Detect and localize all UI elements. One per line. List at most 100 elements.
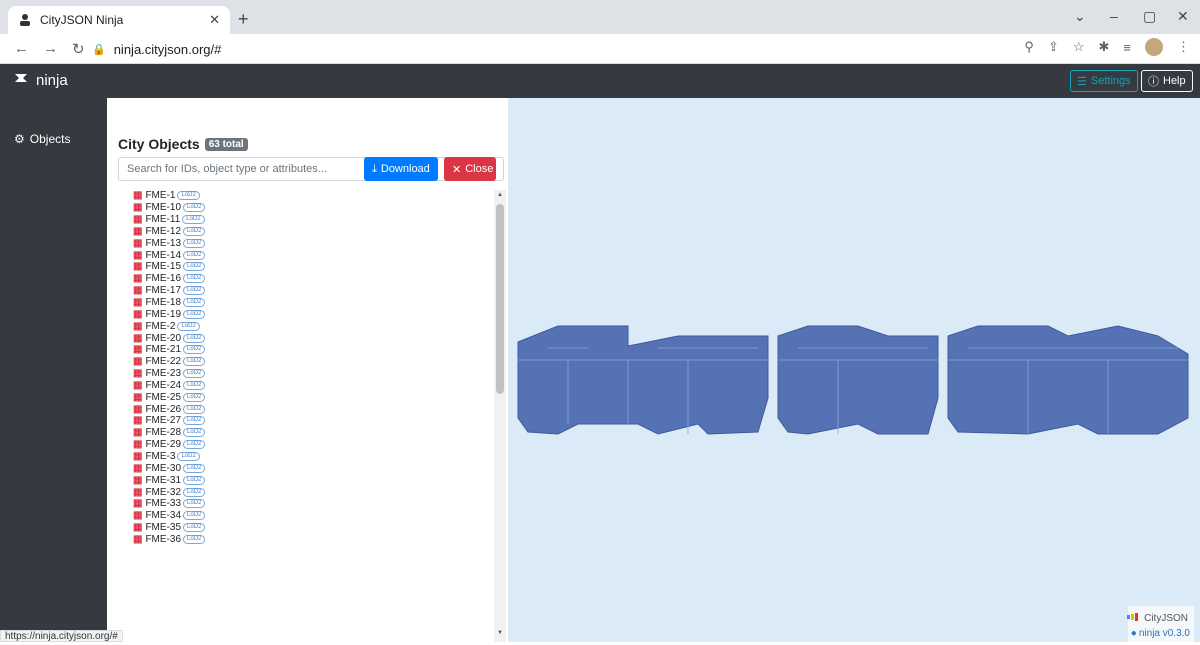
lod-badge: LoD2: [177, 451, 200, 461]
share-icon[interactable]: ⇪: [1048, 39, 1059, 55]
list-item[interactable]: ▦ FME-27 LoD2: [107, 415, 494, 427]
list-item[interactable]: ▦ FME-10 LoD2: [107, 202, 494, 214]
list-item-label: FME-35: [145, 522, 182, 534]
sidebar-item-objects[interactable]: ⚙ Objects: [14, 132, 70, 146]
url-text: ninja.cityjson.org/#: [113, 41, 222, 57]
reload-icon[interactable]: ↻: [72, 40, 85, 58]
list-item-label: FME-25: [145, 391, 182, 403]
status-url: https://ninja.cityjson.org/#: [0, 630, 123, 642]
tab-close-icon[interactable]: ✕: [209, 12, 220, 28]
download-icon: ⤓: [372, 162, 377, 175]
window-close-icon[interactable]: ✕: [1177, 8, 1189, 25]
brand[interactable]: ninja: [14, 71, 68, 89]
address-bar: ← → ↻ 🔒 ninja.cityjson.org/# ⚲ ⇪ ☆ ✱ ≡ ⋮: [0, 34, 1200, 64]
close-label: Close: [465, 163, 494, 175]
list-item[interactable]: ▦ FME-17 LoD2: [107, 285, 494, 297]
settings-icon: ☰: [1077, 75, 1087, 88]
reading-list-icon[interactable]: ≡: [1123, 40, 1131, 55]
list-item[interactable]: ▦ FME-32 LoD2: [107, 486, 494, 498]
list-item-label: FME-11: [145, 214, 181, 226]
forward-icon[interactable]: →: [43, 40, 58, 57]
list-item[interactable]: ▦ FME-33 LoD2: [107, 498, 494, 510]
list-item-label: FME-1: [145, 190, 176, 202]
lod-badge: LoD2: [183, 333, 206, 343]
list-item[interactable]: ▦ FME-2 LoD2: [107, 320, 494, 332]
settings-button[interactable]: ☰ Settings: [1070, 70, 1138, 92]
help-button[interactable]: ⓘ Help: [1141, 70, 1193, 92]
building-model: [517, 325, 1189, 435]
minimize-icon[interactable]: –: [1110, 8, 1118, 24]
building-icon: ▦: [133, 427, 143, 439]
extensions-icon[interactable]: ✱: [1099, 39, 1110, 55]
list-item[interactable]: ▦ FME-22 LoD2: [107, 356, 494, 368]
lod-badge: LoD2: [183, 487, 206, 497]
list-item[interactable]: ▦ FME-14 LoD2: [107, 249, 494, 261]
settings-label: Settings: [1090, 75, 1131, 87]
lod-badge: LoD2: [183, 475, 206, 485]
list-item[interactable]: ▦ FME-24 LoD2: [107, 380, 494, 392]
list-item[interactable]: ▦ FME-23 LoD2: [107, 368, 494, 380]
list-item[interactable]: ▦ FME-35 LoD2: [107, 522, 494, 534]
list-item[interactable]: ▦ FME-19 LoD2: [107, 308, 494, 320]
building-icon: ▦: [133, 202, 143, 214]
list-item[interactable]: ▦ FME-21 LoD2: [107, 344, 494, 356]
back-icon[interactable]: ←: [14, 40, 29, 57]
building-icon: ▦: [133, 522, 143, 534]
bookmark-star-icon[interactable]: ☆: [1073, 39, 1085, 55]
list-item[interactable]: ▦ FME-16 LoD2: [107, 273, 494, 285]
lod-badge: LoD2: [183, 298, 206, 308]
cityjson-badge[interactable]: CityJSON: [1127, 612, 1188, 625]
building-icon: ▦: [133, 344, 143, 356]
scroll-thumb[interactable]: [496, 204, 504, 394]
list-item-label: FME-18: [145, 297, 182, 309]
browser-tab[interactable]: CityJSON Ninja ✕: [8, 6, 230, 34]
new-tab-icon[interactable]: +: [238, 9, 249, 30]
list-item[interactable]: ▦ FME-34 LoD2: [107, 510, 494, 522]
building-icon: ▦: [133, 474, 143, 486]
version-link[interactable]: ● ninja v0.3.0: [1131, 628, 1190, 639]
lod-badge: LoD2: [183, 357, 206, 367]
list-item[interactable]: ▦ FME-31 LoD2: [107, 474, 494, 486]
list-item[interactable]: ▦ FME-3 LoD2: [107, 451, 494, 463]
total-badge: 63 total: [204, 137, 248, 151]
list-scrollbar[interactable]: ▲ ▼: [494, 190, 506, 642]
list-item[interactable]: ▦ FME-36 LoD2: [107, 533, 494, 545]
close-button[interactable]: ✕ Close: [444, 157, 496, 181]
profile-avatar[interactable]: [1145, 38, 1163, 56]
zoom-icon[interactable]: ⚲: [1024, 39, 1034, 55]
list-item[interactable]: ▦ FME-15 LoD2: [107, 261, 494, 273]
list-item-label: FME-22: [145, 356, 182, 368]
url-field[interactable]: 🔒 ninja.cityjson.org/#: [92, 38, 1012, 60]
lod-badge: LoD2: [183, 511, 206, 521]
3d-viewer[interactable]: [508, 98, 1200, 642]
lod-badge: LoD2: [183, 428, 206, 438]
list-item[interactable]: ▦ FME-18 LoD2: [107, 297, 494, 309]
list-item[interactable]: ▦ FME-13 LoD2: [107, 237, 494, 249]
list-item[interactable]: ▦ FME-11 LoD2: [107, 214, 494, 226]
building-icon: ▦: [133, 462, 143, 474]
list-item-label: FME-19: [145, 308, 182, 320]
lod-badge: LoD2: [182, 215, 205, 225]
ninja-favicon-icon: [18, 13, 32, 27]
list-item-label: FME-36: [145, 533, 182, 545]
list-item[interactable]: ▦ FME-25 LoD2: [107, 391, 494, 403]
lod-badge: LoD2: [183, 309, 206, 319]
browser-menu-icon[interactable]: ⋮: [1177, 39, 1190, 55]
scroll-up-icon[interactable]: ▲: [497, 192, 503, 198]
list-item[interactable]: ▦ FME-12 LoD2: [107, 226, 494, 238]
list-item[interactable]: ▦ FME-30 LoD2: [107, 462, 494, 474]
list-item[interactable]: ▦ FME-29 LoD2: [107, 439, 494, 451]
list-item[interactable]: ▦ FME-20 LoD2: [107, 332, 494, 344]
browser-toolbar: ⚲ ⇪ ☆ ✱ ≡ ⋮: [1024, 38, 1190, 56]
restore-icon[interactable]: ▢: [1143, 8, 1156, 25]
building-icon: ▦: [133, 332, 143, 344]
tab-search-icon[interactable]: ⌄: [1074, 8, 1086, 25]
building-icon: ▦: [133, 450, 143, 462]
building-icon: ▦: [133, 356, 143, 368]
list-item[interactable]: ▦ FME-1 LoD2: [107, 190, 494, 202]
list-item-label: FME-27: [145, 415, 182, 427]
scroll-down-icon[interactable]: ▼: [497, 630, 503, 636]
download-button[interactable]: ⤓ Download: [364, 157, 438, 181]
list-item[interactable]: ▦ FME-28 LoD2: [107, 427, 494, 439]
list-item[interactable]: ▦ FME-26 LoD2: [107, 403, 494, 415]
